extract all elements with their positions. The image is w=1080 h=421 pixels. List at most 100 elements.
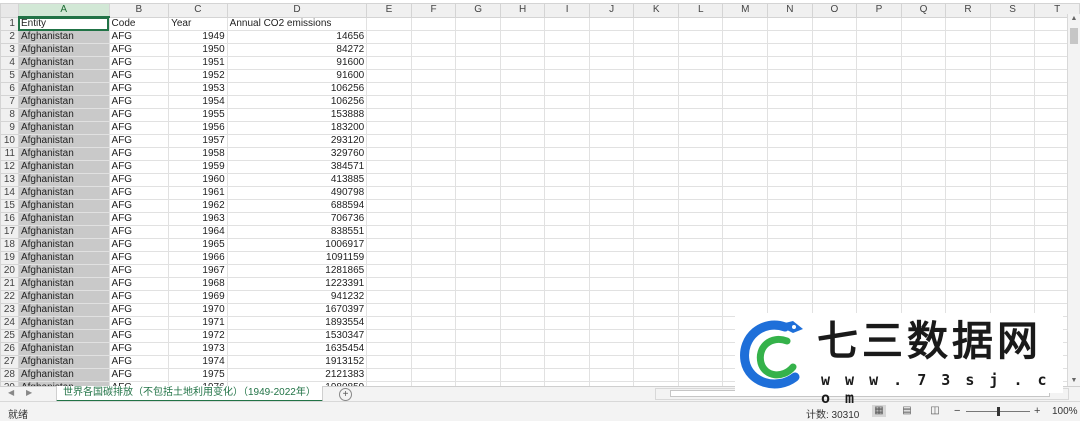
- empty-cell[interactable]: [811, 82, 858, 96]
- empty-cell[interactable]: [856, 264, 902, 278]
- empty-cell[interactable]: [410, 303, 457, 317]
- empty-cell[interactable]: [633, 56, 679, 70]
- empty-cell[interactable]: [767, 69, 813, 83]
- empty-cell[interactable]: [455, 160, 501, 174]
- empty-cell[interactable]: [588, 212, 635, 226]
- cell-year[interactable]: 1953: [168, 82, 228, 96]
- empty-cell[interactable]: [722, 95, 769, 109]
- cell-emissions[interactable]: 1530347: [226, 329, 368, 343]
- row-header[interactable]: 18: [0, 238, 19, 252]
- empty-cell[interactable]: [544, 16, 590, 31]
- empty-cell[interactable]: [455, 355, 501, 369]
- empty-cell[interactable]: [633, 212, 679, 226]
- cell-year[interactable]: 1955: [168, 108, 228, 122]
- empty-cell[interactable]: [767, 30, 813, 44]
- empty-cell[interactable]: [767, 160, 813, 174]
- empty-cell[interactable]: [633, 355, 679, 369]
- cell-emissions[interactable]: 14656: [226, 30, 368, 44]
- empty-cell[interactable]: [677, 342, 724, 356]
- row-header[interactable]: 17: [0, 225, 19, 239]
- column-header[interactable]: Q: [900, 3, 947, 18]
- empty-cell[interactable]: [544, 173, 590, 187]
- empty-cell[interactable]: [544, 69, 590, 83]
- cell-entity[interactable]: Afghanistan: [17, 212, 110, 226]
- empty-cell[interactable]: [677, 199, 724, 213]
- column-header[interactable]: O: [811, 3, 858, 18]
- cell-entity[interactable]: Afghanistan: [17, 160, 110, 174]
- empty-cell[interactable]: [989, 121, 1036, 135]
- empty-cell[interactable]: [410, 277, 457, 291]
- empty-cell[interactable]: [410, 329, 457, 343]
- empty-cell[interactable]: [989, 160, 1036, 174]
- empty-cell[interactable]: [366, 303, 412, 317]
- empty-cell[interactable]: [633, 290, 679, 304]
- empty-cell[interactable]: [544, 290, 590, 304]
- cell-code[interactable]: AFG: [108, 147, 170, 161]
- empty-cell[interactable]: [366, 316, 412, 330]
- empty-cell[interactable]: [900, 16, 947, 31]
- column-header[interactable]: J: [588, 3, 635, 18]
- column-header[interactable]: H: [499, 3, 546, 18]
- empty-cell[interactable]: [989, 238, 1036, 252]
- empty-cell[interactable]: [588, 186, 635, 200]
- empty-cell[interactable]: [989, 251, 1036, 265]
- empty-cell[interactable]: [633, 69, 679, 83]
- zoom-level[interactable]: 100%: [1052, 406, 1078, 417]
- empty-cell[interactable]: [677, 251, 724, 265]
- empty-cell[interactable]: [856, 69, 902, 83]
- empty-cell[interactable]: [722, 264, 769, 278]
- empty-cell[interactable]: [544, 264, 590, 278]
- row-header[interactable]: 8: [0, 108, 19, 122]
- empty-cell[interactable]: [945, 251, 991, 265]
- empty-cell[interactable]: [767, 186, 813, 200]
- row-header[interactable]: 6: [0, 82, 19, 96]
- empty-cell[interactable]: [767, 238, 813, 252]
- column-header[interactable]: D: [226, 3, 368, 18]
- cell-emissions[interactable]: 106256: [226, 95, 368, 109]
- cell-code[interactable]: AFG: [108, 134, 170, 148]
- empty-cell[interactable]: [633, 186, 679, 200]
- cell-code[interactable]: AFG: [108, 368, 170, 382]
- empty-cell[interactable]: [499, 186, 546, 200]
- empty-cell[interactable]: [900, 290, 947, 304]
- empty-cell[interactable]: [633, 134, 679, 148]
- empty-cell[interactable]: [633, 43, 679, 57]
- empty-cell[interactable]: [588, 16, 635, 31]
- select-all-corner[interactable]: [0, 3, 19, 18]
- empty-cell[interactable]: [900, 264, 947, 278]
- empty-cell[interactable]: [455, 147, 501, 161]
- empty-cell[interactable]: [633, 238, 679, 252]
- cell-emissions[interactable]: 688594: [226, 199, 368, 213]
- empty-cell[interactable]: [410, 134, 457, 148]
- row-header[interactable]: 3: [0, 43, 19, 57]
- empty-cell[interactable]: [856, 56, 902, 70]
- empty-cell[interactable]: [945, 134, 991, 148]
- empty-cell[interactable]: [410, 225, 457, 239]
- cell-code[interactable]: AFG: [108, 95, 170, 109]
- empty-cell[interactable]: [588, 238, 635, 252]
- empty-cell[interactable]: [410, 16, 457, 31]
- empty-cell[interactable]: [588, 108, 635, 122]
- empty-cell[interactable]: [945, 173, 991, 187]
- empty-cell[interactable]: [544, 95, 590, 109]
- empty-cell[interactable]: [722, 147, 769, 161]
- empty-cell[interactable]: [366, 147, 412, 161]
- sheet-tab-active[interactable]: 世界各国碳排放（不包括土地利用变化）（1949-2022年）: [56, 386, 323, 402]
- cell-emissions[interactable]: 706736: [226, 212, 368, 226]
- empty-cell[interactable]: [900, 43, 947, 57]
- empty-cell[interactable]: [989, 30, 1036, 44]
- row-header[interactable]: 26: [0, 342, 19, 356]
- empty-cell[interactable]: [455, 134, 501, 148]
- cell-entity[interactable]: Afghanistan: [17, 43, 110, 57]
- empty-cell[interactable]: [767, 173, 813, 187]
- cell-code[interactable]: AFG: [108, 355, 170, 369]
- empty-cell[interactable]: [455, 316, 501, 330]
- empty-cell[interactable]: [633, 121, 679, 135]
- empty-cell[interactable]: [366, 56, 412, 70]
- empty-cell[interactable]: [900, 69, 947, 83]
- row-header[interactable]: 15: [0, 199, 19, 213]
- empty-cell[interactable]: [900, 108, 947, 122]
- empty-cell[interactable]: [811, 69, 858, 83]
- empty-cell[interactable]: [499, 355, 546, 369]
- empty-cell[interactable]: [410, 251, 457, 265]
